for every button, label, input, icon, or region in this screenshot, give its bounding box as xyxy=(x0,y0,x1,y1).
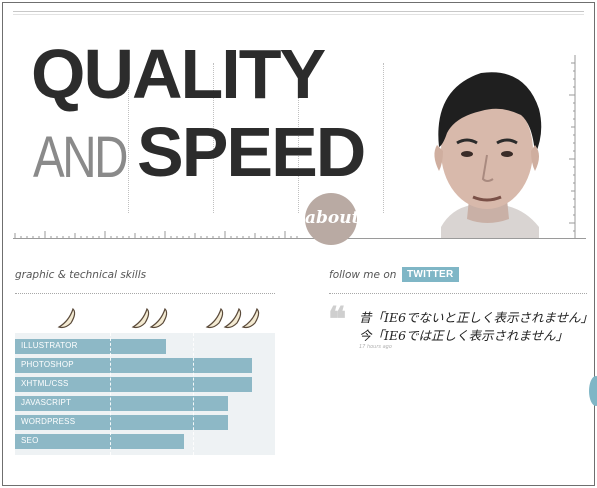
banana-icon xyxy=(149,307,168,329)
hero-heading-and: AND xyxy=(33,125,129,190)
skills-title: graphic & technical skills xyxy=(15,269,147,281)
skill-bar-seo: SEO xyxy=(15,434,184,449)
skill-label: JAVASCRIPT xyxy=(21,398,72,407)
skill-label: ILLUSTRATOR xyxy=(21,341,78,350)
banana-icon xyxy=(131,307,150,329)
about-button[interactable]: about xyxy=(305,193,359,245)
skill-bar-wordpress: WORDPRESS xyxy=(15,415,228,430)
portrait-image xyxy=(434,72,542,239)
skills-grid-line xyxy=(193,333,194,455)
hero-heading-quality: QUALITY xyxy=(31,35,326,113)
tweet-text-line-1: 昔「IE6でないと正しく表示されません」 xyxy=(359,310,594,325)
page-frame: QUALITY AND SPEED about graphic & techni… xyxy=(2,2,595,486)
skills-divider xyxy=(15,293,275,294)
side-tab[interactable] xyxy=(589,376,597,406)
skill-bar-photoshop: PHOTOSHOP xyxy=(15,358,252,373)
skill-label: WORDPRESS xyxy=(21,417,76,426)
skill-label: PHOTOSHOP xyxy=(21,360,74,369)
twitter-link[interactable]: TWITTER xyxy=(402,267,459,282)
banana-icon xyxy=(223,307,242,329)
hero-heading-speed: SPEED xyxy=(137,113,366,191)
banana-icon xyxy=(57,307,76,329)
tweet-text-line-2: 今「IE6では正しく表示されません」 xyxy=(359,328,569,343)
top-rule xyxy=(13,11,584,12)
banana-icon xyxy=(205,307,224,329)
horizontal-ruler xyxy=(14,231,298,239)
social-divider xyxy=(329,293,587,294)
skill-label: SEO xyxy=(21,436,39,445)
skills-grid-line xyxy=(110,333,111,455)
skill-bar-illustrator: ILLUSTRATOR xyxy=(15,339,166,354)
skill-bar-javascript: JAVASCRIPT xyxy=(15,396,228,411)
tweet-timestamp[interactable]: 17 hours ago xyxy=(359,344,392,350)
social-title: follow me on xyxy=(329,269,397,281)
skill-scale xyxy=(57,307,260,329)
skill-bar-xhtml-css: XHTML/CSS xyxy=(15,377,252,392)
quote-icon: ❝ xyxy=(328,300,347,340)
hero-guide xyxy=(383,63,384,213)
top-rule-secondary xyxy=(13,14,584,15)
banana-icon xyxy=(241,307,260,329)
vertical-ruler xyxy=(569,55,576,239)
skill-label: XHTML/CSS xyxy=(21,379,69,388)
